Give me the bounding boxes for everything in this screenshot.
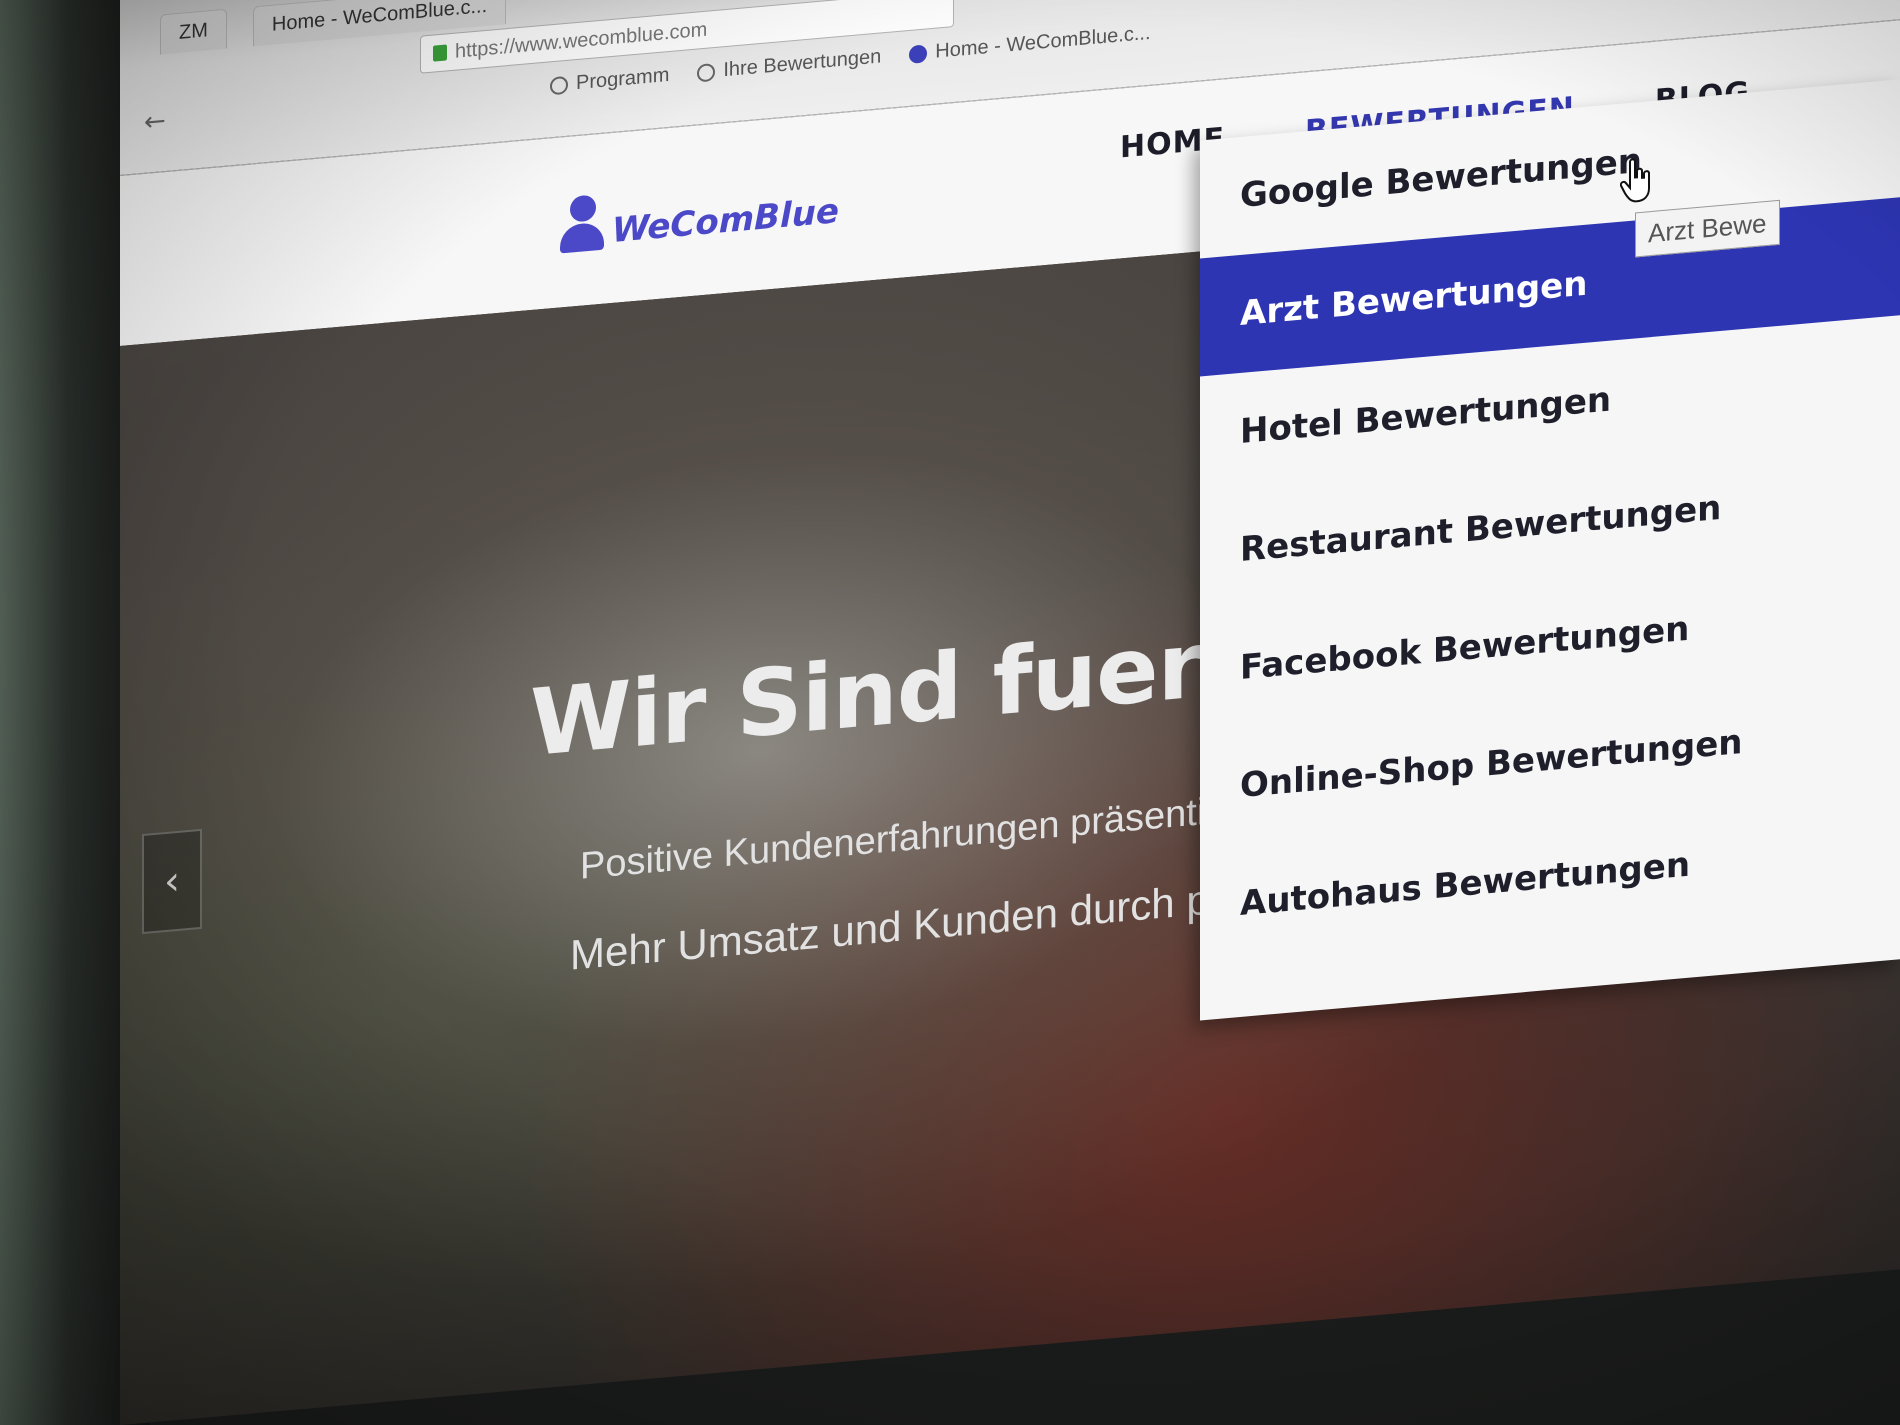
bookmark-item[interactable]: Ihre Bewertungen (697, 45, 881, 84)
monitor-screen: ZM Home - WeComBlue.c... https://www.wec… (120, 0, 1900, 1425)
back-icon[interactable]: ← (144, 106, 166, 138)
bookmark-item[interactable]: Programm (550, 64, 669, 97)
user-icon (909, 43, 928, 64)
hand-cursor-icon (1620, 158, 1650, 203)
logo-text: WeComBlue (612, 191, 839, 251)
bewertungen-dropdown-menu: Google Bewertungen Arzt Bewertungen Hote… (1200, 79, 1900, 1021)
browser-nav-buttons: ← (144, 106, 166, 138)
slider-prev-button[interactable]: ‹ (142, 828, 202, 935)
lock-icon (433, 44, 447, 62)
bookmark-item[interactable]: Home - WeComBlue.c... (909, 22, 1151, 66)
hero-subtitle: Positive Kundenerfahrungen präsentieren (580, 784, 1282, 888)
browser-tab[interactable]: ZM (160, 8, 227, 55)
bookmark-icon (550, 75, 568, 95)
logo-person-icon (560, 193, 608, 255)
bookmark-icon (697, 62, 716, 82)
site-logo[interactable]: WeComBlue (560, 173, 839, 255)
